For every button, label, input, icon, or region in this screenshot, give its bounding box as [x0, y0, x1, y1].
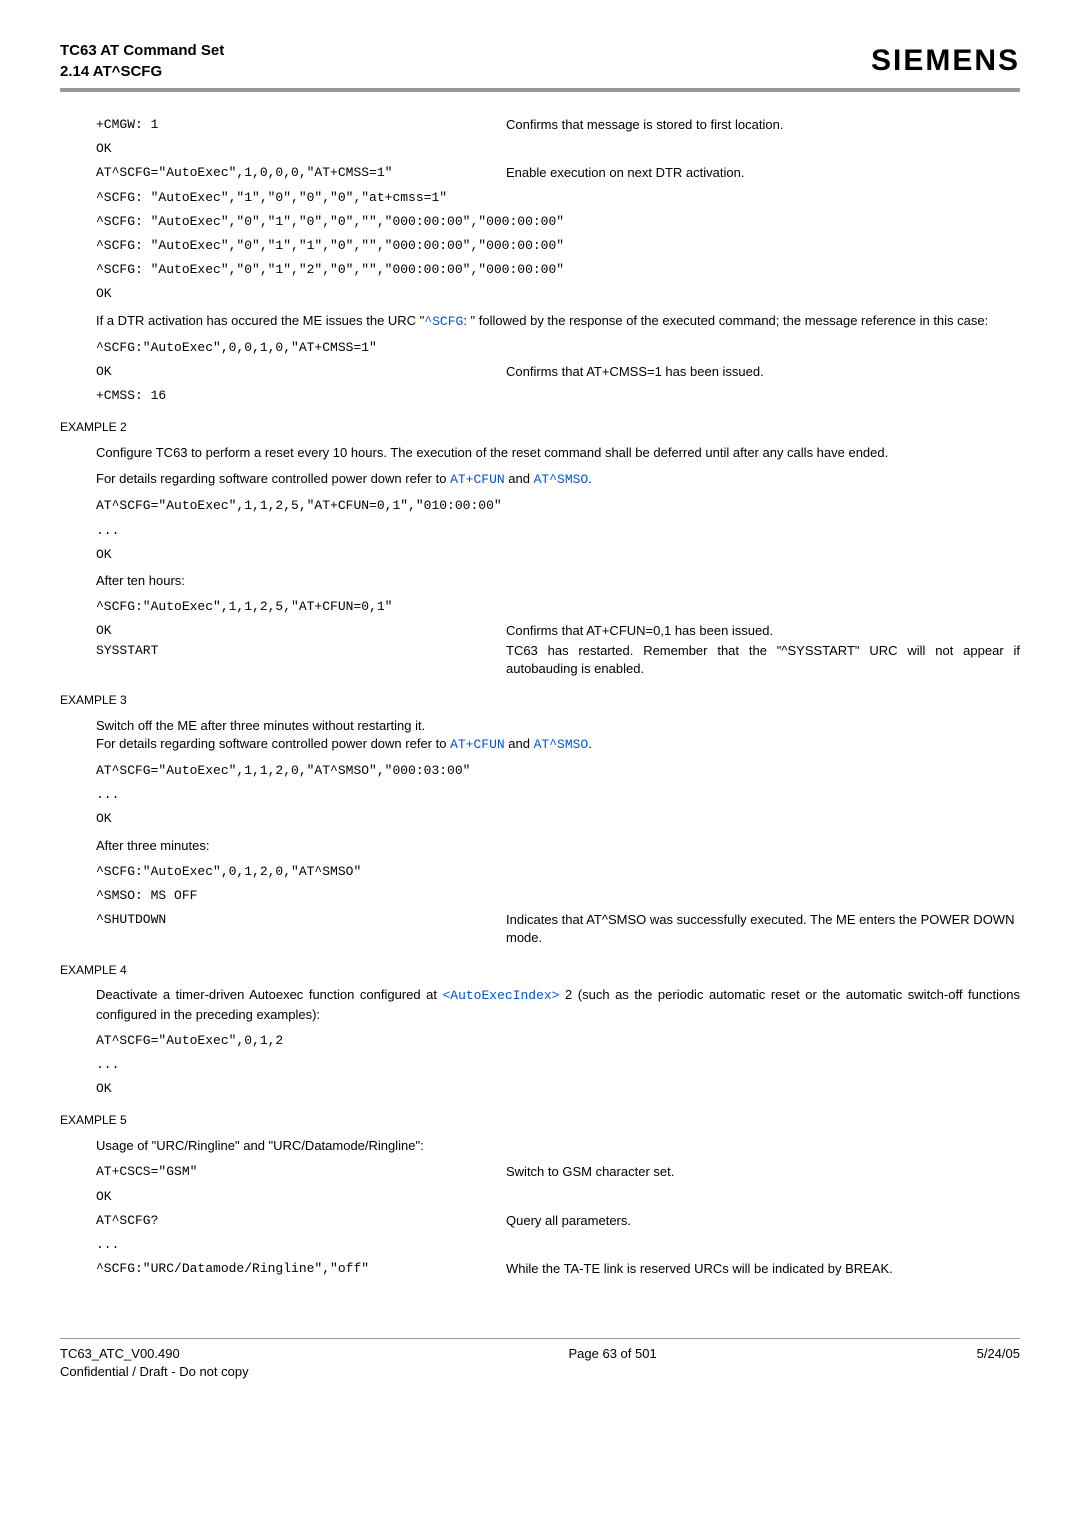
example-2-label: EXAMPLE 2	[60, 419, 1020, 436]
code-line: AT^SCFG="AutoExec",1,1,2,0,"AT^SMSO","00…	[96, 762, 1020, 780]
code-line: OK	[96, 1080, 1020, 1098]
footer-left: TC63_ATC_V00.490 Confidential / Draft - …	[60, 1345, 249, 1381]
example-3-label: EXAMPLE 3	[60, 692, 1020, 709]
text: : " followed by the response of the exec…	[463, 313, 988, 328]
paragraph: For details regarding software controlle…	[96, 470, 1020, 489]
code-line: ...	[96, 522, 1020, 540]
code-line: OK	[96, 140, 1020, 158]
code-line: +CMGW: 1	[96, 116, 506, 134]
code-line: ...	[96, 1236, 1020, 1254]
text: .	[588, 471, 592, 486]
code-line: AT^SCFG="AutoExec",1,0,0,0,"AT+CMSS=1"	[96, 164, 506, 182]
footer-page: Page 63 of 501	[569, 1345, 657, 1381]
text: Deactivate a timer-driven Autoexec funct…	[96, 987, 442, 1002]
code-line: ^SHUTDOWN	[96, 911, 506, 947]
text: If a DTR activation has occured the ME i…	[96, 313, 424, 328]
page-footer: TC63_ATC_V00.490 Confidential / Draft - …	[60, 1338, 1020, 1381]
footer-confidential: Confidential / Draft - Do not copy	[60, 1363, 249, 1381]
code-desc: Confirms that AT+CMSS=1 has been issued.	[506, 363, 764, 381]
brand-logo: SIEMENS	[871, 40, 1020, 82]
example-4-label: EXAMPLE 4	[60, 962, 1020, 979]
code-line: SYSSTART	[96, 642, 506, 678]
code-desc: Query all parameters.	[506, 1212, 631, 1230]
page-header: TC63 AT Command Set 2.14 AT^SCFG SIEMENS	[60, 40, 1020, 92]
paragraph: Deactivate a timer-driven Autoexec funct…	[96, 986, 1020, 1023]
code-line: AT^SCFG?	[96, 1212, 506, 1230]
code-line: ^SCFG:"URC/Datamode/Ringline","off"	[96, 1260, 506, 1278]
code-desc: Indicates that AT^SMSO was successfully …	[506, 911, 1020, 947]
paragraph: Configure TC63 to perform a reset every …	[96, 444, 1020, 462]
code-line: OK	[96, 810, 1020, 828]
footer-date: 5/24/05	[977, 1345, 1020, 1381]
code-desc: Confirms that message is stored to first…	[506, 116, 783, 134]
code-block-1: +CMGW: 1 Confirms that message is stored…	[96, 116, 1020, 304]
code-line: OK	[96, 1188, 1020, 1206]
title-line2: 2.14 AT^SCFG	[60, 61, 224, 82]
code-desc: Confirms that AT+CFUN=0,1 has been issue…	[506, 622, 773, 640]
paragraph: If a DTR activation has occured the ME i…	[96, 312, 1020, 331]
code-line: OK	[96, 285, 1020, 303]
code-block-4: ^SCFG:"AutoExec",1,1,2,5,"AT+CFUN=0,1" O…	[96, 598, 1020, 678]
text: and	[505, 471, 534, 486]
text: .	[588, 736, 592, 751]
header-title: TC63 AT Command Set 2.14 AT^SCFG	[60, 40, 224, 82]
title-line1: TC63 AT Command Set	[60, 40, 224, 61]
code-line: ^SCFG: "AutoExec","1","0","0","0","at+cm…	[96, 189, 1020, 207]
code-line: ...	[96, 1056, 1020, 1074]
smso-link[interactable]: AT^SMSO	[534, 737, 589, 752]
code-desc: Switch to GSM character set.	[506, 1163, 674, 1181]
footer-docid: TC63_ATC_V00.490	[60, 1345, 249, 1363]
after-ten-hours: After ten hours:	[96, 572, 1020, 590]
smso-link[interactable]: AT^SMSO	[534, 472, 589, 487]
code-line: ^SCFG: "AutoExec","0","1","1","0","","00…	[96, 237, 1020, 255]
text: For details regarding software controlle…	[96, 736, 450, 751]
code-line: AT^SCFG="AutoExec",1,1,2,5,"AT+CFUN=0,1"…	[96, 497, 1020, 515]
code-block-3: AT^SCFG="AutoExec",1,1,2,5,"AT+CFUN=0,1"…	[96, 497, 1020, 564]
code-desc: TC63 has restarted. Remember that the "^…	[506, 642, 1020, 678]
paragraph: Usage of "URC/Ringline" and "URC/Datamod…	[96, 1137, 1020, 1155]
text: For details regarding software controlle…	[96, 471, 450, 486]
code-line: ^SMSO: MS OFF	[96, 887, 1020, 905]
code-line: OK	[96, 363, 506, 381]
paragraph: For details regarding software controlle…	[96, 735, 1020, 754]
code-line: AT^SCFG="AutoExec",0,1,2	[96, 1032, 1020, 1050]
code-line: +CMSS: 16	[96, 387, 1020, 405]
code-line: OK	[96, 546, 1020, 564]
code-line: ^SCFG: "AutoExec","0","1","2","0","","00…	[96, 261, 1020, 279]
code-line: ^SCFG: "AutoExec","0","1","0","0","","00…	[96, 213, 1020, 231]
code-line: OK	[96, 622, 506, 640]
code-line: ^SCFG:"AutoExec",0,1,2,0,"AT^SMSO"	[96, 863, 1020, 881]
code-block-6: ^SCFG:"AutoExec",0,1,2,0,"AT^SMSO" ^SMSO…	[96, 863, 1020, 948]
text: and	[505, 736, 534, 751]
code-desc: Enable execution on next DTR activation.	[506, 164, 744, 182]
code-line: ...	[96, 786, 1020, 804]
code-line: ^SCFG:"AutoExec",0,0,1,0,"AT+CMSS=1"	[96, 339, 1020, 357]
code-block-7: AT^SCFG="AutoExec",0,1,2 ... OK	[96, 1032, 1020, 1099]
autoexecindex-link[interactable]: <AutoExecIndex>	[442, 988, 559, 1003]
paragraph: Switch off the ME after three minutes wi…	[96, 717, 1020, 735]
after-three-minutes: After three minutes:	[96, 837, 1020, 855]
scfg-link[interactable]: ^SCFG	[424, 314, 463, 329]
code-line: AT+CSCS="GSM"	[96, 1163, 506, 1181]
code-block-2: ^SCFG:"AutoExec",0,0,1,0,"AT+CMSS=1" OK …	[96, 339, 1020, 406]
cfun-link[interactable]: AT+CFUN	[450, 472, 505, 487]
example-5-label: EXAMPLE 5	[60, 1112, 1020, 1129]
code-desc: While the TA-TE link is reserved URCs wi…	[506, 1260, 893, 1278]
cfun-link[interactable]: AT+CFUN	[450, 737, 505, 752]
code-block-5: AT^SCFG="AutoExec",1,1,2,0,"AT^SMSO","00…	[96, 762, 1020, 829]
code-block-8: AT+CSCS="GSM" Switch to GSM character se…	[96, 1163, 1020, 1278]
code-line: ^SCFG:"AutoExec",1,1,2,5,"AT+CFUN=0,1"	[96, 598, 1020, 616]
